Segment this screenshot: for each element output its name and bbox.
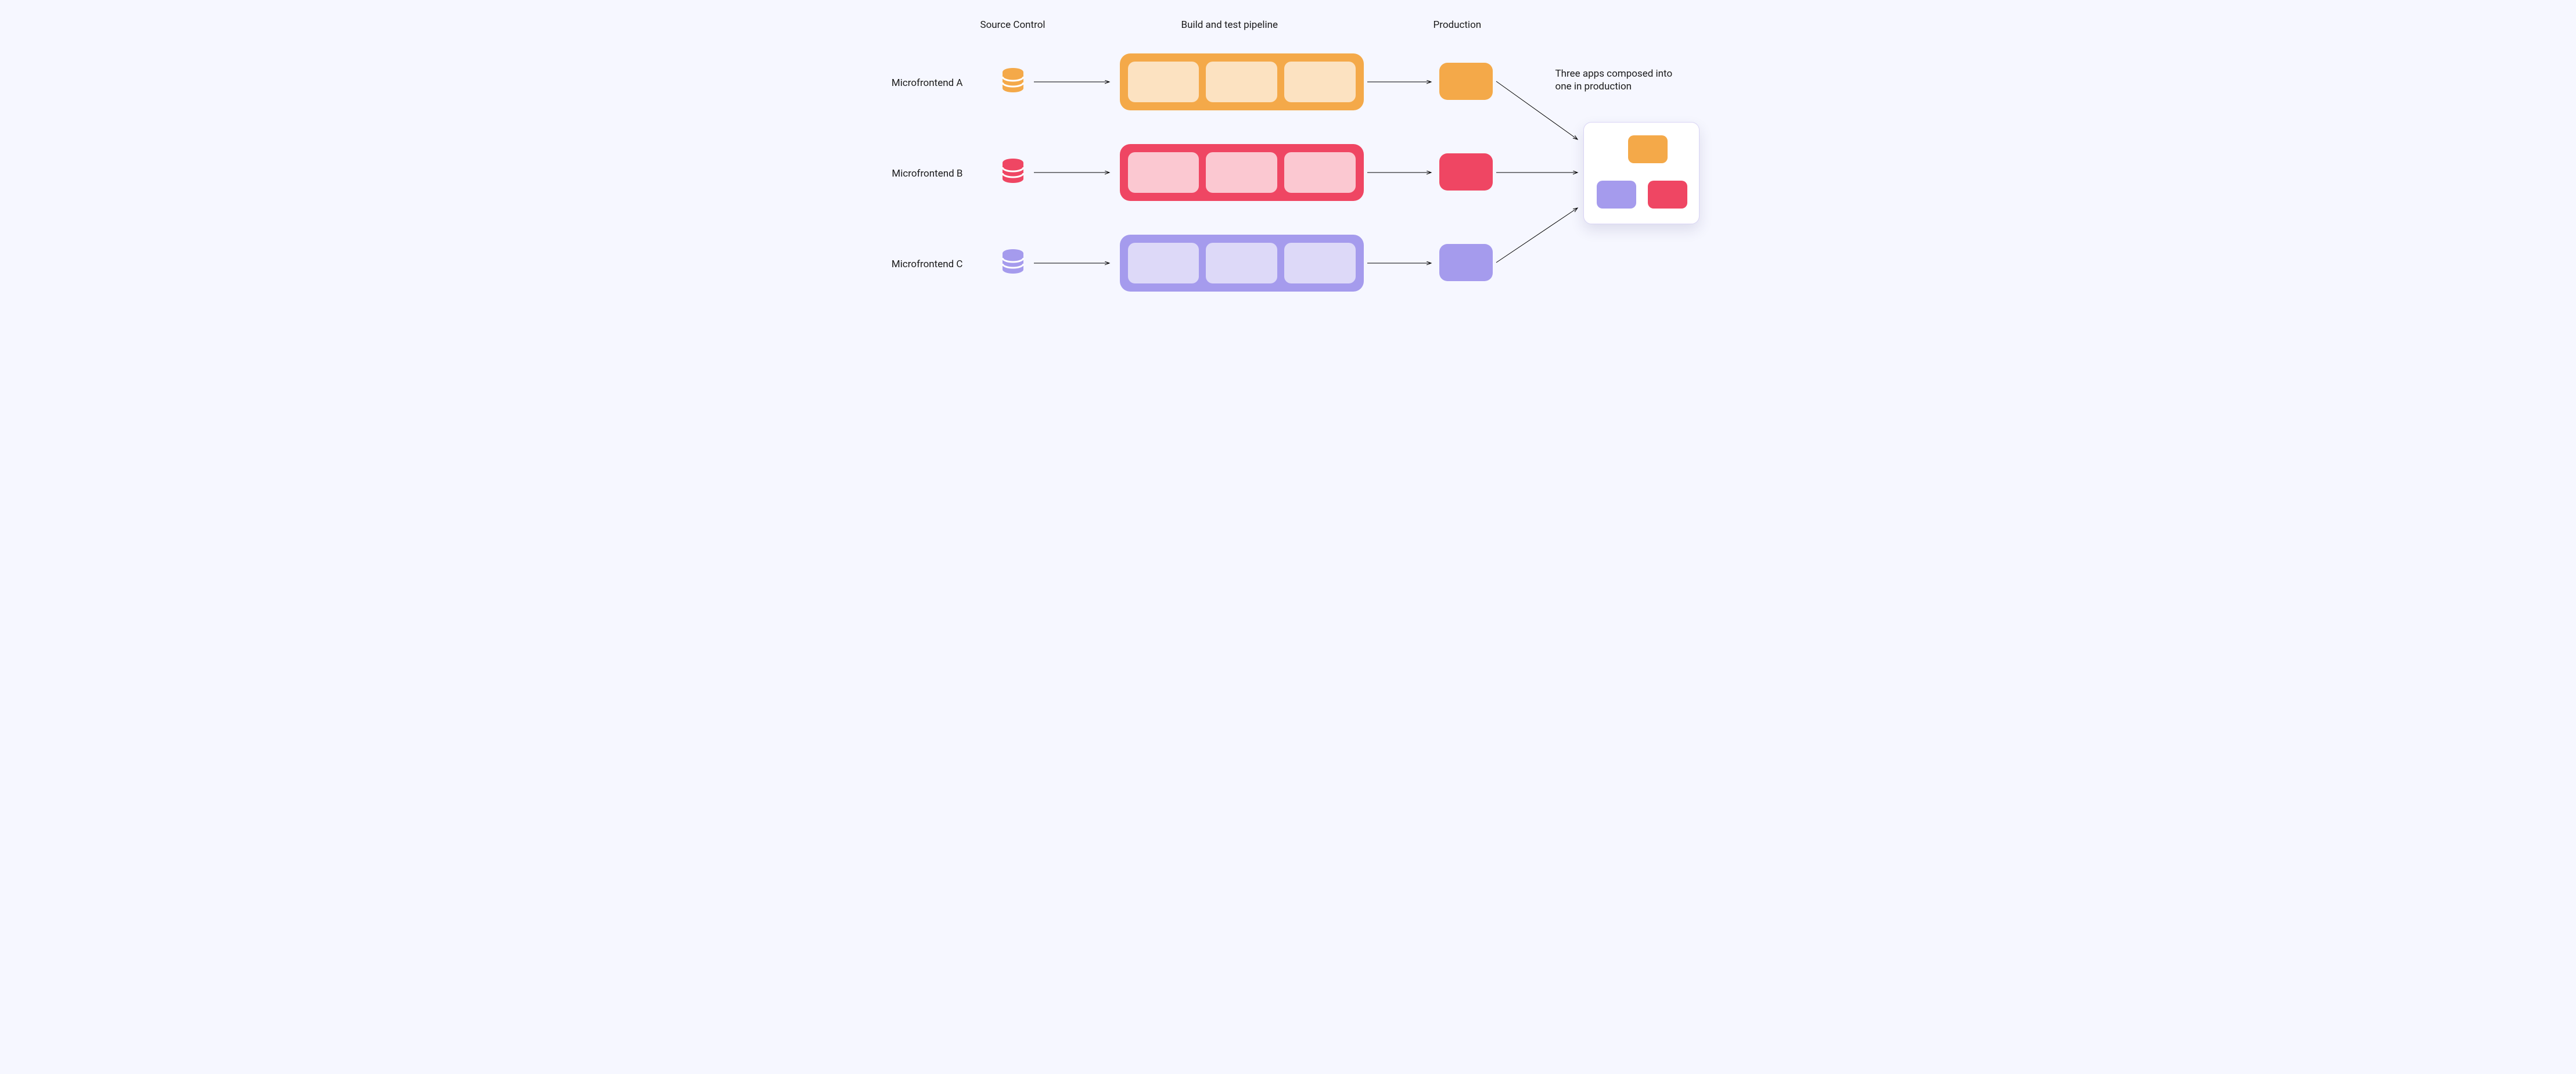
composed-block-c [1597, 181, 1636, 209]
production-box-c [1439, 244, 1493, 281]
pipeline-stage [1206, 152, 1277, 193]
pipeline-c [1120, 235, 1364, 292]
composed-panel [1583, 122, 1700, 224]
row-label-c: Microfrontend C [870, 258, 963, 271]
database-icon [999, 249, 1027, 276]
arrow-icon [1496, 172, 1583, 173]
arrow-icon [1367, 81, 1437, 82]
pipeline-stage [1128, 243, 1199, 283]
arrow-icon [1034, 263, 1115, 264]
composed-block-b [1648, 181, 1687, 209]
header-production: Production [1433, 19, 1482, 31]
arrow-icon [1034, 172, 1115, 173]
pipeline-stage [1284, 152, 1356, 193]
row-label-b: Microfrontend B [870, 167, 963, 180]
production-box-a [1439, 63, 1493, 100]
pipeline-stage [1284, 243, 1356, 283]
pipeline-b [1120, 144, 1364, 201]
pipeline-stage [1206, 62, 1277, 102]
database-icon [999, 158, 1027, 186]
production-box-b [1439, 153, 1493, 191]
diagram-canvas: Source Control Build and test pipeline P… [835, 0, 1741, 378]
pipeline-stage [1284, 62, 1356, 102]
arrow-icon [1496, 203, 1583, 267]
arrow-icon [1367, 263, 1437, 264]
arrow-icon [1367, 172, 1437, 173]
composed-block-a [1628, 135, 1668, 163]
database-icon [999, 67, 1027, 95]
composed-caption: Three apps composed into one in producti… [1555, 67, 1683, 93]
pipeline-stage [1206, 243, 1277, 283]
header-pipeline: Build and test pipeline [1181, 19, 1278, 31]
header-source-control: Source Control [980, 19, 1046, 31]
pipeline-stage [1128, 152, 1199, 193]
row-label-a: Microfrontend A [870, 77, 963, 89]
pipeline-stage [1128, 62, 1199, 102]
pipeline-a [1120, 53, 1364, 110]
arrow-icon [1034, 81, 1115, 82]
